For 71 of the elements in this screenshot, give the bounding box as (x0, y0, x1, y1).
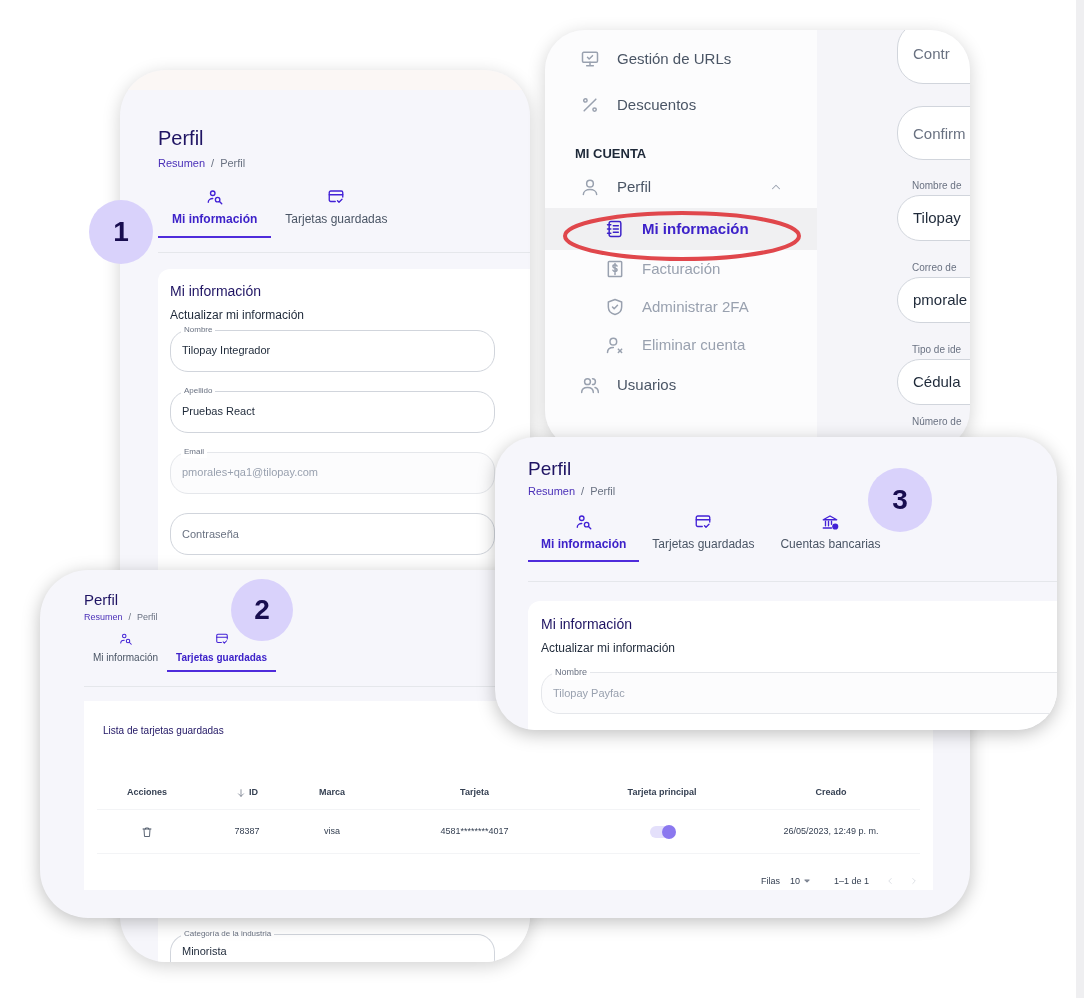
chevron-right-icon (909, 876, 919, 887)
trash-icon (141, 825, 153, 838)
tab[interactable]: Tarjetas guardadas (639, 513, 768, 563)
card-title: Mi información (170, 281, 263, 301)
card-check-icon (327, 187, 346, 206)
arrow-down-icon (236, 787, 246, 798)
password-field[interactable]: Contraseña (170, 512, 495, 555)
user-remove-icon (605, 335, 625, 355)
card-title: Lista de tarjetas guardadas (102, 724, 225, 739)
breadcrumb-current: Perfil (590, 483, 616, 499)
toggle-switch[interactable] (650, 825, 674, 838)
text-field[interactable]: pmorale (897, 277, 970, 323)
tab[interactable]: Mi información (528, 513, 640, 563)
text-field[interactable]: Confirm (897, 106, 970, 160)
field-label: Tipo de ide (911, 343, 962, 357)
breadcrumb-link[interactable]: Resumen (84, 610, 123, 625)
person-search-icon (574, 513, 593, 532)
card-check-icon (214, 632, 229, 647)
person-search-icon (205, 187, 224, 206)
breadcrumb-current: Perfil (220, 156, 246, 171)
tab[interactable]: Mi información (158, 185, 272, 238)
text-field[interactable]: Tilopay (897, 195, 970, 241)
column-header[interactable]: Tarjeta (367, 786, 582, 800)
field-label: Nombre de (911, 179, 962, 193)
sidebar-item[interactable]: Usuarios (545, 364, 817, 406)
card-subtitle: Actualizar mi información (170, 306, 306, 324)
notebook-icon (605, 219, 625, 239)
shield-check-icon (605, 297, 625, 317)
field-label: Correo de (911, 261, 957, 275)
column-header[interactable]: Acciones (97, 786, 197, 800)
breadcrumb-current: Perfil (137, 610, 158, 624)
user-icon (580, 177, 600, 197)
rows-label: Filas (760, 874, 780, 888)
sidebar-item[interactable]: Descuentos (545, 82, 817, 128)
column-header[interactable]: Marca (297, 786, 367, 800)
breadcrumb-link[interactable]: Resumen (528, 482, 576, 500)
card-subtitle: Actualizar mi información (541, 640, 677, 658)
column-header[interactable]: Tarjeta principal (582, 786, 742, 800)
number-badge: 1 (89, 200, 153, 264)
sidebar-item[interactable]: Perfil (545, 166, 817, 208)
users-icon (580, 375, 600, 395)
section-heading: MI CUENTA (574, 145, 648, 164)
tab[interactable]: Mi información (84, 632, 168, 673)
table-cell-text: 4581********4017 (439, 825, 510, 838)
bank-icon (821, 513, 840, 532)
person-search-icon (118, 632, 133, 647)
sidebar-item[interactable]: Gestión de URLs (545, 36, 817, 82)
table-cell-text: visa (323, 825, 341, 838)
monitor-icon (580, 49, 600, 69)
page-title: Perfil (84, 591, 119, 610)
page-title: Perfil (528, 457, 572, 481)
page-range: 1–1 de 1 (833, 874, 869, 888)
text-field[interactable]: Cédula (897, 359, 970, 405)
breadcrumb-link[interactable]: Resumen (158, 155, 206, 172)
text-field[interactable]: Contr (897, 30, 970, 84)
percent-icon (580, 95, 600, 115)
column-header[interactable]: Creado (742, 786, 920, 800)
tab[interactable]: Tarjetas guardadas (271, 185, 402, 238)
dollar-receipt-icon (605, 259, 625, 279)
table-cell-text: 78387 (233, 825, 261, 838)
table-cell-text: 26/05/2023, 12:49 p. m. (782, 825, 880, 838)
breadcrumb-separator: / (581, 483, 585, 499)
page-title: Perfil (158, 126, 204, 151)
chevron-left-icon (885, 876, 895, 887)
breadcrumb-separator: / (128, 610, 132, 624)
breadcrumb-separator: / (211, 156, 215, 171)
rows-per-page-select[interactable]: 10 (789, 874, 812, 888)
field-label: Número de (911, 415, 962, 429)
column-header[interactable]: ID (197, 786, 297, 800)
card-title: Mi información (541, 615, 634, 635)
delete-button[interactable] (141, 825, 153, 838)
